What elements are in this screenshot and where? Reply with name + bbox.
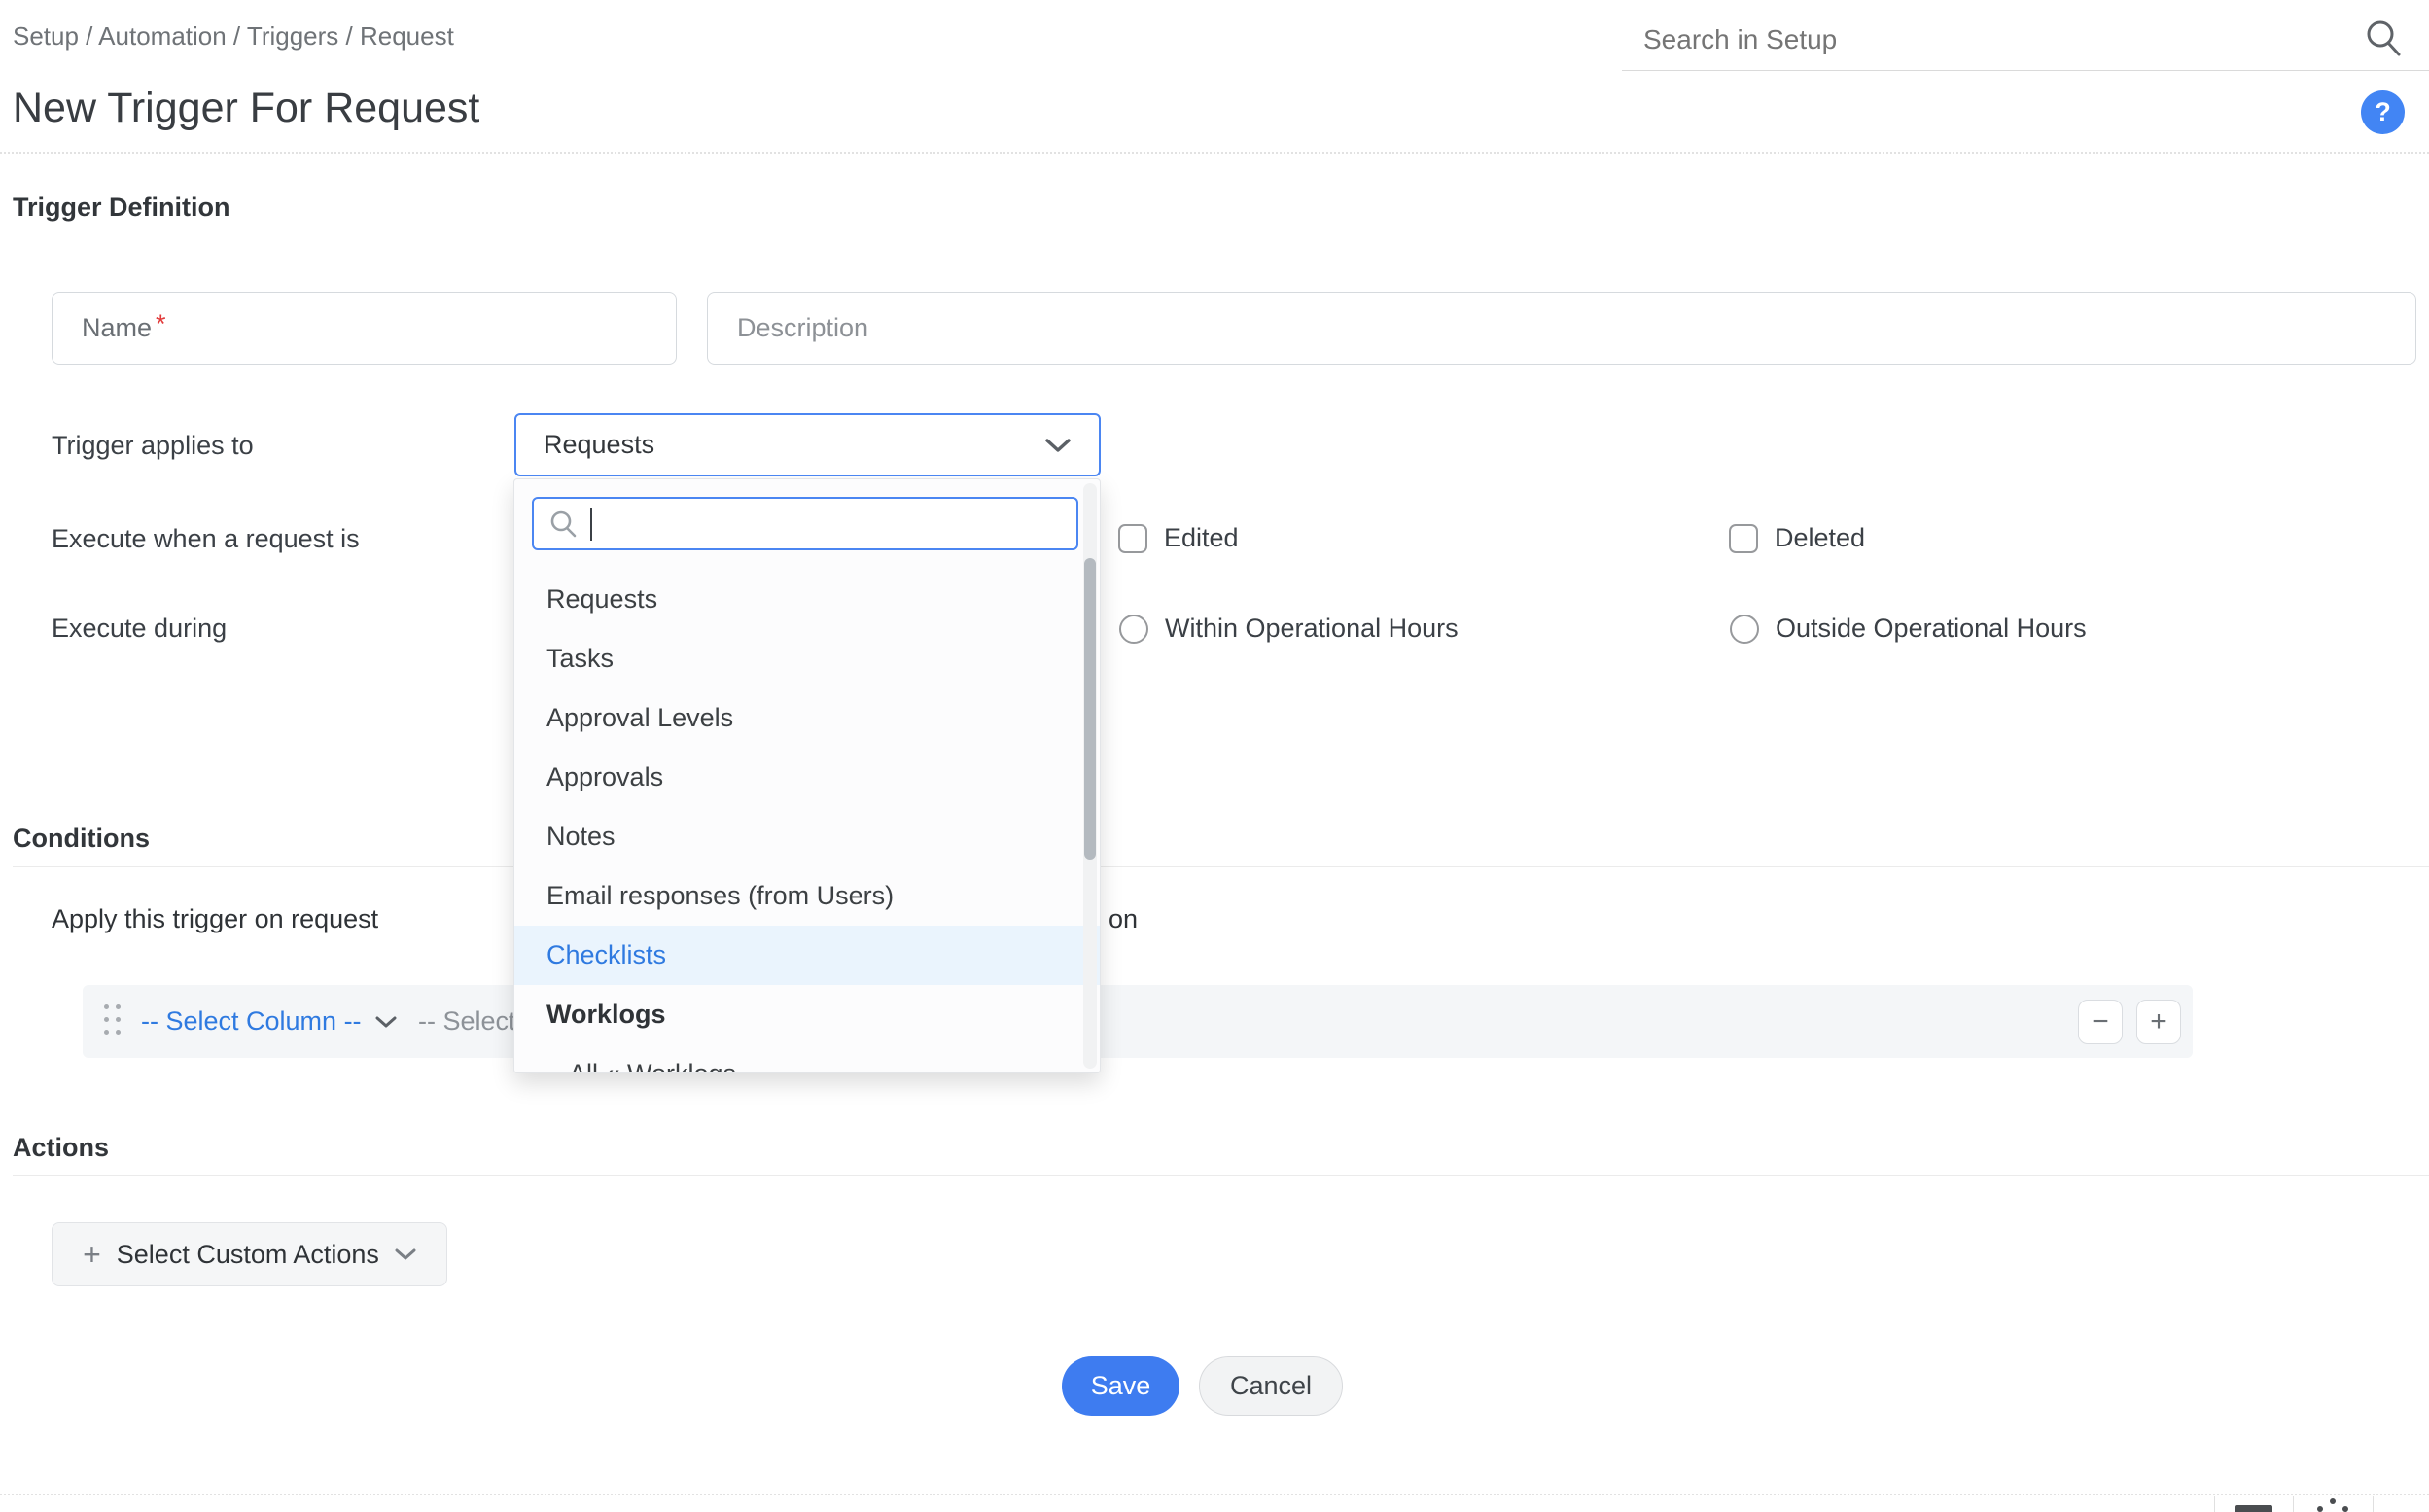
save-button[interactable]: Save	[1062, 1356, 1179, 1416]
required-asterisk: *	[156, 309, 166, 339]
select-column-dropdown[interactable]: -- Select Column --	[141, 985, 397, 1058]
execute-when-option-deleted[interactable]: Deleted	[1729, 523, 1865, 553]
dropdown-item-all-worklogs[interactable]: All « Worklogs	[569, 1044, 1101, 1073]
applies-to-value: Requests	[544, 430, 1044, 460]
dropdown-scrollbar-thumb[interactable]	[1084, 558, 1096, 860]
radio-within-operational-hours[interactable]	[1119, 615, 1148, 644]
setup-search-input[interactable]	[1641, 18, 2326, 62]
plus-icon: +	[83, 1239, 101, 1270]
bottom-cell-border	[2373, 1496, 2374, 1512]
checkbox-edited[interactable]	[1118, 524, 1147, 553]
select-custom-actions-button[interactable]: + Select Custom Actions	[52, 1222, 447, 1286]
chevron-down-icon	[1044, 437, 1072, 454]
select-criteria-dropdown-partial[interactable]: -- Select	[418, 985, 516, 1058]
setup-search	[1622, 10, 2429, 71]
conditions-apply-text-overflow: on	[1109, 904, 1138, 934]
dropdown-item-email-responses[interactable]: Email responses (from Users)	[546, 866, 1101, 926]
execute-when-label: Execute when a request is	[52, 524, 360, 554]
cancel-button[interactable]: Cancel	[1199, 1356, 1343, 1416]
new-trigger-page: Setup / Automation / Triggers / Request …	[0, 0, 2429, 1512]
select-column-label: -- Select Column --	[141, 1006, 362, 1037]
search-icon[interactable]	[2363, 18, 2404, 58]
applies-to-label: Trigger applies to	[52, 431, 254, 461]
title-divider	[0, 152, 2429, 154]
execute-when-option-edited[interactable]: Edited	[1118, 523, 1239, 553]
page-title: New Trigger For Request	[13, 85, 479, 132]
select-custom-actions-label: Select Custom Actions	[117, 1240, 379, 1270]
description-field[interactable]: Description	[707, 292, 2416, 365]
minimize-bar-icon[interactable]	[2235, 1505, 2272, 1512]
dropdown-item-worklogs[interactable]: Worklogs	[546, 985, 1101, 1044]
checkbox-deleted-label: Deleted	[1775, 523, 1865, 553]
drag-handle-icon[interactable]	[104, 1004, 123, 1039]
remove-condition-button[interactable]: −	[2078, 1000, 2123, 1044]
dropdown-item-approvals[interactable]: Approvals	[546, 748, 1101, 807]
conditions-divider	[13, 866, 2429, 867]
text-cursor	[590, 508, 592, 541]
breadcrumb[interactable]: Setup / Automation / Triggers / Request	[13, 21, 454, 52]
section-heading-actions: Actions	[13, 1133, 109, 1163]
execute-during-option-outside[interactable]: Outside Operational Hours	[1730, 614, 2087, 644]
chevron-down-icon	[395, 1248, 416, 1261]
dropdown-item-checklists[interactable]: Checklists	[546, 926, 1101, 985]
add-condition-button[interactable]: +	[2136, 1000, 2181, 1044]
execute-during-option-within[interactable]: Within Operational Hours	[1119, 614, 1459, 644]
dropdown-search-box[interactable]	[532, 497, 1078, 550]
checkbox-deleted[interactable]	[1729, 524, 1758, 553]
dropdown-item-approval-levels[interactable]: Approval Levels	[546, 688, 1101, 748]
bottom-divider	[0, 1494, 2429, 1495]
name-field-label: Name	[82, 313, 152, 343]
conditions-apply-text: Apply this trigger on request	[52, 904, 378, 934]
section-heading-trigger-definition: Trigger Definition	[13, 193, 230, 223]
applies-to-dropdown-panel: Requests Tasks Approval Levels Approvals…	[513, 478, 1101, 1073]
applies-to-select[interactable]: Requests	[514, 413, 1101, 476]
actions-divider	[13, 1175, 2429, 1176]
dots-icon[interactable]	[2317, 1498, 2350, 1512]
section-heading-conditions: Conditions	[13, 824, 150, 854]
help-icon[interactable]: ?	[2361, 90, 2405, 134]
description-placeholder: Description	[737, 313, 868, 343]
chevron-down-icon	[375, 1015, 397, 1029]
dropdown-item-tasks[interactable]: Tasks	[546, 629, 1101, 688]
search-icon	[547, 509, 579, 540]
dropdown-item-notes[interactable]: Notes	[546, 807, 1101, 866]
radio-outside-operational-hours[interactable]	[1730, 615, 1759, 644]
dropdown-item-requests[interactable]: Requests	[546, 570, 1101, 629]
bottom-cell-border	[2214, 1496, 2215, 1512]
condition-row: -- Select Column -- -- Select − +	[83, 985, 2193, 1058]
radio-outside-label: Outside Operational Hours	[1776, 614, 2087, 644]
bottom-cell-border	[2293, 1496, 2294, 1512]
name-field[interactable]: Name *	[52, 292, 677, 365]
execute-during-label: Execute during	[52, 614, 227, 644]
checkbox-edited-label: Edited	[1164, 523, 1239, 553]
radio-within-label: Within Operational Hours	[1165, 614, 1459, 644]
